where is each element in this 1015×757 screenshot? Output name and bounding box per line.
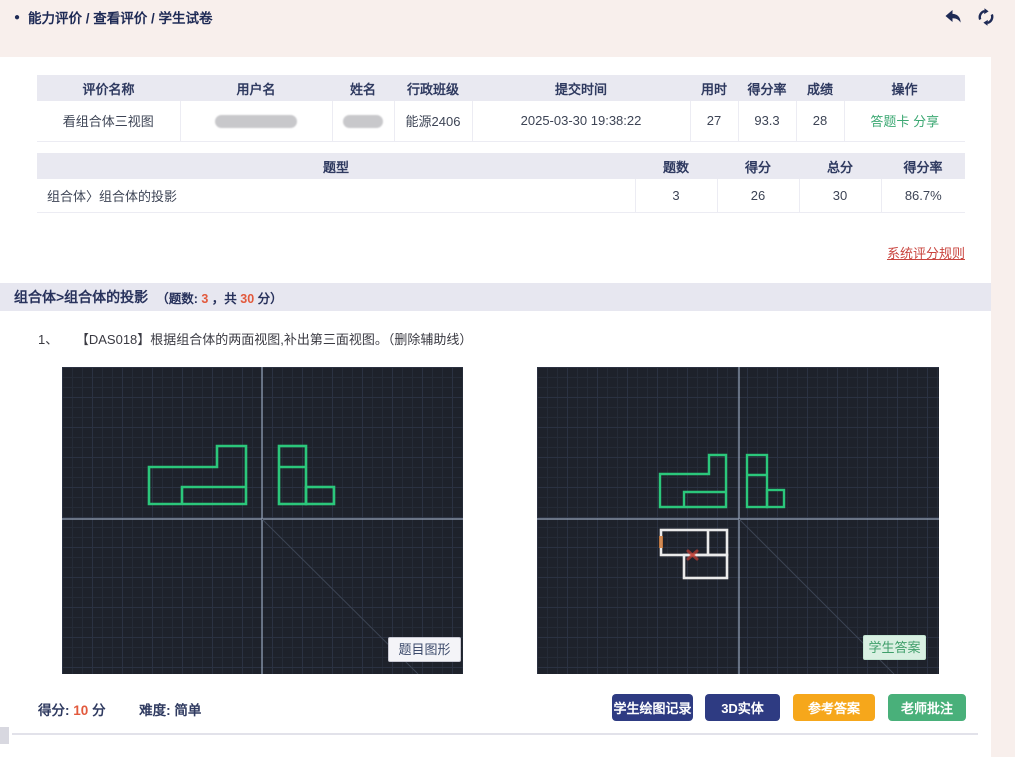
summary-data-row: 看组合体三视图 能源2406 2025-03-30 19:38:22 27 93… [37,101,965,141]
difficulty-value: 简单 [174,703,201,718]
submit-time-cell: 2025-03-30 19:38:22 [472,101,690,141]
username-cell [180,101,332,141]
username-redacted-blob [215,115,297,128]
breadcrumb-text: 能力评价 / 查看评价 / 学生试卷 [28,7,213,27]
question-line: 1、 【DAS018】根据组合体的两面视图,补出第三面视图。（删除辅助线） [38,329,472,348]
col-score: 成绩 [796,75,844,101]
section-meta: （题数: 3 ，共 30 分） [156,288,283,307]
col-realname: 姓名 [332,75,394,101]
section-divider [12,733,978,735]
realname-redacted-blob [343,115,383,128]
col-rate: 得分率 [881,153,965,179]
class-cell: 能源2406 [394,101,472,141]
question-text: 【DAS018】根据组合体的两面视图,补出第三面视图。（删除辅助线） [76,332,473,347]
summary-header-row: 评价名称 用户名 姓名 行政班级 提交时间 用时 得分率 成绩 操作 [37,75,965,101]
rate-cell: 86.7% [881,179,965,212]
problem-figure-canvas: 题目图形 [62,367,463,674]
col-total-score: 总分 [799,153,881,179]
student-drawing-record-button[interactable]: 学生绘图记录 [612,694,693,721]
eval-name-cell: 看组合体三视图 [37,101,180,141]
problem-figure-tag: 题目图形 [388,637,461,662]
col-username: 用户名 [180,75,332,101]
col-class: 行政班级 [394,75,472,101]
section-question-count: 3 [201,292,208,306]
scoring-rules-link[interactable]: 系统评分规则 [887,243,965,262]
total-score-cell: 30 [799,179,881,212]
col-question-type: 题型 [37,153,635,179]
question-type-cell: 组合体〉组合体的投影 [37,179,635,212]
type-data-row: 组合体〉组合体的投影 3 26 30 86.7% [37,179,965,212]
problem-figure-drawing [62,367,463,674]
col-eval-name: 评价名称 [37,75,180,101]
score-rate-cell: 93.3 [738,101,796,141]
question-count-cell: 3 [635,179,717,212]
col-actions: 操作 [844,75,965,101]
share-link[interactable]: 分享 [913,114,939,129]
content-panel: 评价名称 用户名 姓名 行政班级 提交时间 用时 得分率 成绩 操作 看组合体三… [0,57,991,757]
summary-table: 评价名称 用户名 姓名 行政班级 提交时间 用时 得分率 成绩 操作 看组合体三… [37,75,965,142]
answer-card-link[interactable]: 答题卡 [870,114,909,129]
col-time-used: 用时 [690,75,738,101]
reference-answer-button[interactable]: 参考答案 [793,694,875,721]
student-answer-tag: 学生答案 [863,635,926,660]
score-unit: 分 [92,703,106,718]
score-value: 10 [73,703,88,718]
section-total-score: 30 [240,292,254,306]
col-submit-time: 提交时间 [472,75,690,101]
next-section-edge [0,727,9,744]
meta-open: （题数: [156,292,198,306]
bullet-icon: ● [14,12,20,23]
meta-comma: ，共 [212,292,237,306]
score-cell: 28 [796,101,844,141]
col-score-rate: 得分率 [738,75,796,101]
back-icon[interactable] [942,6,964,28]
difficulty-label: 难度: [139,703,171,718]
type-header-row: 题型 题数 得分 总分 得分率 [37,153,965,179]
student-answer-canvas: 学生答案 [537,367,939,674]
breadcrumb: ● 能力评价 / 查看评价 / 学生试卷 [14,7,213,27]
section-header: 组合体>组合体的投影 （题数: 3 ，共 30 分） [0,283,991,311]
question-type-table: 题型 题数 得分 总分 得分率 组合体〉组合体的投影 3 26 30 86.7% [37,153,965,213]
question-number: 1、 [38,332,58,347]
realname-cell [332,101,394,141]
meta-close: 分） [258,292,283,306]
time-used-cell: 27 [690,101,738,141]
col-earned-score: 得分 [717,153,799,179]
score-label: 得分: [38,703,70,718]
3d-solid-button[interactable]: 3D实体 [705,694,780,721]
score-line: 得分: 10 分 难度: 简单 [38,699,201,719]
teacher-annotation-button[interactable]: 老师批注 [888,694,966,721]
refresh-icon[interactable] [975,6,997,28]
earned-score-cell: 26 [717,179,799,212]
section-title: 组合体>组合体的投影 [14,287,148,307]
col-question-count: 题数 [635,153,717,179]
actions-cell: 答题卡 分享 [844,101,965,141]
student-answer-drawing [537,367,939,674]
